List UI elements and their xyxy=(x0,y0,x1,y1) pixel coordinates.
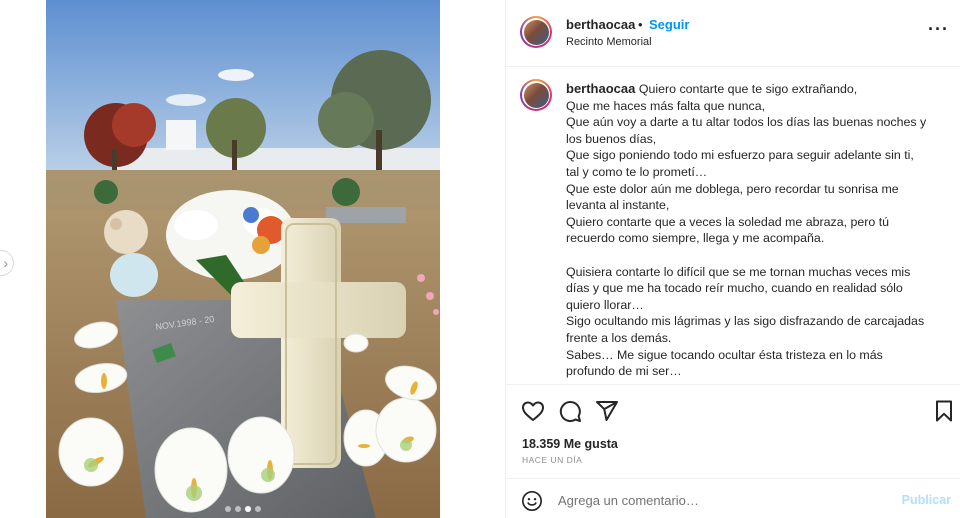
caption-line-text: tal y como te lo prometí… xyxy=(566,164,708,179)
caption-line: levanta al instante, xyxy=(566,197,946,214)
post-timestamp[interactable]: HACE UN DÍA xyxy=(522,455,582,465)
caption-area: berthaocaa Quiero contarte que te sigo e… xyxy=(506,67,960,384)
caption-paragraph-gap xyxy=(566,247,946,264)
caption-line: Quiero contarte que a veces la soledad m… xyxy=(566,214,946,231)
caption-line-text: Que este dolor aún me doblega, pero reco… xyxy=(566,181,899,196)
caption-line: Que aún voy a darte a tu altar todos los… xyxy=(566,114,946,131)
caption-line: días y que me ha tocado reír mucho, cuan… xyxy=(566,280,946,297)
carousel-dot xyxy=(235,506,241,512)
caption-line: Sabes… Me sigue tocando ocultar ésta tri… xyxy=(566,347,946,364)
caption-line-text: frente a los demás. xyxy=(566,330,672,345)
carousel-indicator xyxy=(46,506,440,512)
caption-line: Que me haces más falta que nunca, xyxy=(566,98,946,115)
caption-line: quiero llorar… xyxy=(566,297,946,314)
post-location[interactable]: Recinto Memorial xyxy=(566,36,652,48)
post-actions: 18.359 Me gusta HACE UN DÍA xyxy=(506,384,960,478)
separator-dot: • xyxy=(638,17,643,32)
caption-line: Que este dolor aún me doblega, pero reco… xyxy=(566,181,946,198)
comment-bar: Publicar xyxy=(506,478,960,518)
caption-line-text: Quisiera contarte lo difícil que se me t… xyxy=(566,264,911,279)
caption-line-text: Que sigo poniendo todo mi esfuerzo para … xyxy=(566,148,914,163)
caption-line-text: recuerdo como siempre, llega y me acompa… xyxy=(566,231,825,246)
caption-line-text: los buenos días, xyxy=(566,131,657,146)
comment-icon[interactable] xyxy=(558,399,582,423)
caption-line: recuerdo como siempre, llega y me acompa… xyxy=(566,230,946,247)
carousel-dot xyxy=(225,506,231,512)
caption-line-text: Quiero contarte que a veces la soledad m… xyxy=(566,214,890,229)
post-header: berthaocaa • Seguir Recinto Memorial ··· xyxy=(506,0,960,67)
caption-line-text: Que me haces más falta que nunca, xyxy=(566,98,766,113)
author-username[interactable]: berthaocaa xyxy=(566,17,635,32)
caption-line: Quisiera contarte lo difícil que se me t… xyxy=(566,264,946,281)
caption-line: profundo de mi ser… xyxy=(566,363,946,380)
post-details-panel: berthaocaa • Seguir Recinto Memorial ···… xyxy=(505,0,960,518)
caption-line: tal y como te lo prometí… xyxy=(566,164,946,181)
share-icon[interactable] xyxy=(595,399,619,423)
caption-line-text: Sigo ocultando mis lágrimas y las sigo d… xyxy=(566,314,925,329)
author-avatar[interactable] xyxy=(520,16,552,48)
caption-line: Sigo ocultando mis lágrimas y las sigo d… xyxy=(566,313,946,330)
caption-line-text: levanta al instante, xyxy=(566,198,670,213)
heart-icon[interactable] xyxy=(521,399,545,423)
caption-author-avatar[interactable] xyxy=(520,79,552,111)
caption-line-text: quiero llorar… xyxy=(566,297,644,312)
post-caption: berthaocaa Quiero contarte que te sigo e… xyxy=(566,81,946,380)
cemetery-photo-illustration: NOV.1998 - 20 xyxy=(46,0,440,518)
likes-count[interactable]: 18.359 Me gusta xyxy=(522,437,618,451)
carousel-dot-active xyxy=(245,506,251,512)
comment-input[interactable] xyxy=(558,488,888,512)
caption-line: frente a los demás. xyxy=(566,330,946,347)
post-photo[interactable]: NOV.1998 - 20 xyxy=(46,0,440,518)
caption-username[interactable]: berthaocaa xyxy=(566,81,635,96)
carousel-dot xyxy=(255,506,261,512)
caption-line-text: Que aún voy a darte a tu altar todos los… xyxy=(566,115,927,130)
caption-line-text: Quiero contarte que te sigo extrañando, xyxy=(638,82,858,96)
caption-line-text: Sabes… Me sigue tocando ocultar ésta tri… xyxy=(566,347,883,362)
follow-button[interactable]: Seguir xyxy=(649,17,689,32)
caption-line-text: días y que me ha tocado reír mucho, cuan… xyxy=(566,281,903,296)
caption-line: berthaocaa Quiero contarte que te sigo e… xyxy=(566,81,946,98)
more-options-icon[interactable]: ··· xyxy=(928,20,949,38)
caption-line: los buenos días, xyxy=(566,131,946,148)
emoji-icon[interactable] xyxy=(521,490,543,512)
caption-line: Que sigo poniendo todo mi esfuerzo para … xyxy=(566,147,946,164)
caption-line-text: profundo de mi ser… xyxy=(566,364,682,379)
bookmark-icon[interactable] xyxy=(932,399,956,423)
publish-button[interactable]: Publicar xyxy=(902,493,951,507)
